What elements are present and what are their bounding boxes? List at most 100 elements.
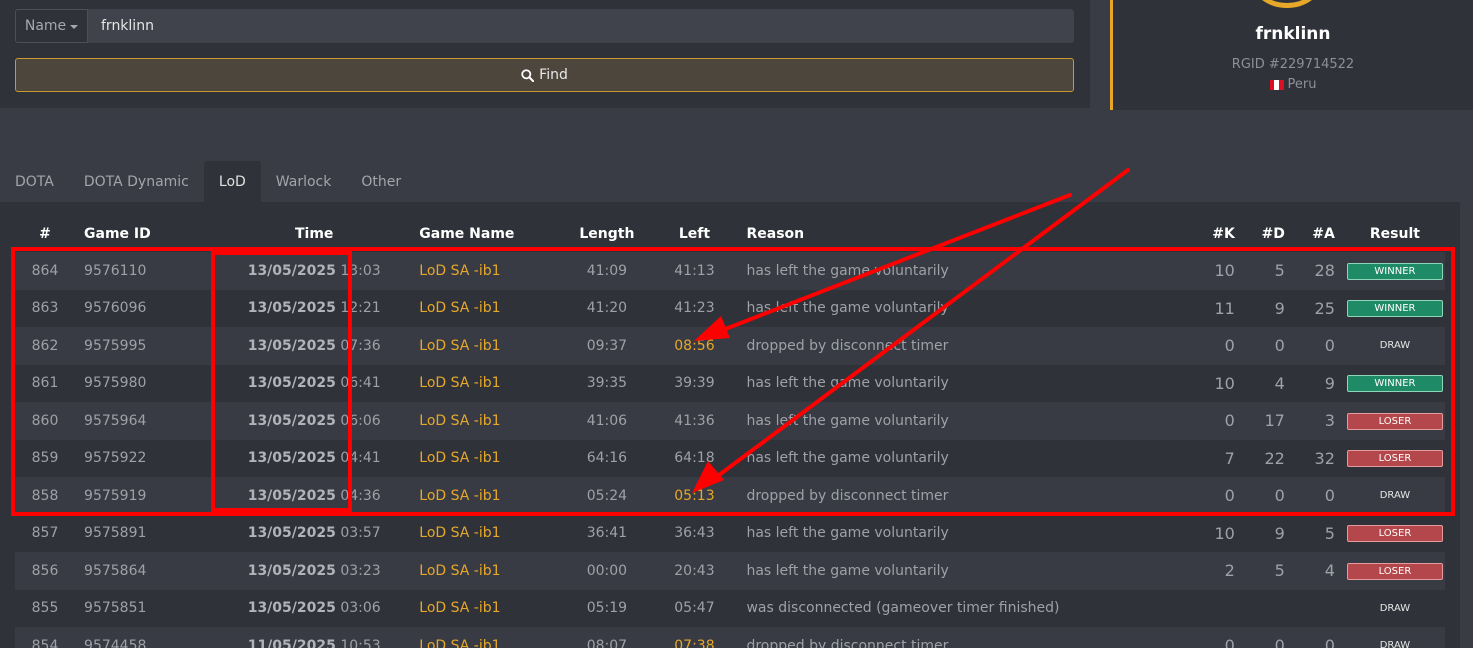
- row-left: 07:38: [654, 627, 735, 648]
- table-row[interactable]: 857 9575891 13/05/2025 03:57 LoD SA -ib1 36:…: [15, 514, 1445, 552]
- row-clock: 06:06: [340, 412, 381, 429]
- row-reason: has left the game voluntarily: [734, 289, 1160, 327]
- row-clock: 03:57: [340, 525, 381, 542]
- row-game-id: 9575964: [75, 402, 210, 440]
- table-row[interactable]: 859 9575922 13/05/2025 04:41 LoD SA -ib1 64:…: [15, 439, 1445, 477]
- table-row[interactable]: 860 9575964 13/05/2025 06:06 LoD SA -ib1 41:…: [15, 402, 1445, 440]
- row-kills: 2: [1159, 552, 1245, 590]
- row-assists: 0: [1294, 477, 1345, 515]
- search-field-select[interactable]: Name: [15, 9, 88, 43]
- row-clock: 07:36: [340, 337, 381, 354]
- row-reason: was disconnected (gameover timer finishe…: [734, 589, 1160, 627]
- row-kills: 0: [1159, 627, 1245, 648]
- table-row[interactable]: 855 9575851 13/05/2025 03:06 LoD SA -ib1 05:…: [15, 589, 1445, 627]
- game-name-link[interactable]: LoD SA -ib1: [419, 450, 500, 466]
- row-game-name: LoD SA -ib1: [419, 477, 560, 515]
- table-row[interactable]: 856 9575864 13/05/2025 03:23 LoD SA -ib1 00:…: [15, 552, 1445, 590]
- row-game-name: LoD SA -ib1: [419, 439, 560, 477]
- row-reason: dropped by disconnect timer: [734, 627, 1160, 648]
- row-clock: 04:36: [340, 487, 381, 504]
- tab-lod[interactable]: LoD: [203, 161, 261, 202]
- row-assists: 32: [1294, 439, 1345, 477]
- result-badge: DRAW: [1379, 340, 1411, 352]
- header-reason: Reason: [746, 226, 805, 242]
- find-button[interactable]: Find: [15, 58, 1074, 92]
- row-kills: 10: [1159, 514, 1245, 552]
- row-date: 13/05/2025: [247, 450, 336, 467]
- row-reason: dropped by disconnect timer: [734, 327, 1160, 365]
- row-time: 13/05/2025 07:36: [209, 327, 420, 365]
- row-game-id: 9575851: [75, 589, 210, 627]
- row-left: 64:18: [654, 439, 735, 477]
- row-num: 859: [15, 439, 76, 477]
- row-left: 20:43: [654, 552, 735, 590]
- row-num: 858: [15, 477, 76, 515]
- row-game-id: 9576096: [75, 289, 210, 327]
- result-badge: LOSER: [1346, 562, 1443, 580]
- row-date: 11/05/2025: [247, 637, 336, 648]
- row-date: 13/05/2025: [247, 562, 336, 579]
- row-date: 13/05/2025: [247, 487, 336, 504]
- table-row[interactable]: 862 9575995 13/05/2025 07:36 LoD SA -ib1 09:…: [15, 327, 1445, 365]
- game-name-link[interactable]: LoD SA -ib1: [419, 338, 500, 354]
- header-time: Time: [294, 226, 334, 242]
- result-badge: LOSER: [1346, 450, 1443, 468]
- game-name-link[interactable]: LoD SA -ib1: [419, 375, 500, 391]
- search-icon: [521, 68, 535, 82]
- game-name-link[interactable]: LoD SA -ib1: [419, 263, 500, 279]
- row-assists: 25: [1294, 289, 1345, 327]
- row-time: 13/05/2025 13:03: [209, 252, 420, 290]
- row-result: DRAW: [1344, 327, 1445, 365]
- table-row[interactable]: 854 9574458 11/05/2025 10:53 LoD SA -ib1 08:…: [15, 627, 1445, 648]
- tab-dota[interactable]: DOTA: [0, 161, 69, 202]
- row-reason: dropped by disconnect timer: [734, 477, 1160, 515]
- search-field-select-label: Name: [24, 18, 67, 34]
- search-input[interactable]: [88, 9, 1074, 43]
- row-kills: 0: [1159, 477, 1245, 515]
- result-badge: WINNER: [1346, 300, 1443, 318]
- game-name-link[interactable]: LoD SA -ib1: [419, 300, 500, 316]
- row-kills: 11: [1159, 289, 1245, 327]
- game-name-link[interactable]: LoD SA -ib1: [419, 413, 500, 429]
- search-row: Name: [15, 9, 1074, 43]
- row-clock: 04:41: [340, 450, 381, 467]
- row-kills: 0: [1159, 327, 1245, 365]
- row-kills: 10: [1159, 364, 1245, 402]
- row-left: 41:23: [654, 289, 735, 327]
- table-row[interactable]: 864 9576110 13/05/2025 13:03 LoD SA -ib1 41:…: [15, 252, 1445, 290]
- row-date: 13/05/2025: [247, 412, 336, 429]
- table-row[interactable]: 863 9576096 13/05/2025 12:21 LoD SA -ib1 41:…: [15, 289, 1445, 327]
- game-name-link[interactable]: LoD SA -ib1: [419, 525, 500, 541]
- row-game-name: LoD SA -ib1: [419, 327, 560, 365]
- row-result: LOSER: [1344, 552, 1445, 590]
- header-deaths: #D: [1261, 226, 1285, 242]
- row-game-name: LoD SA -ib1: [419, 627, 560, 648]
- row-left: 05:13: [654, 477, 735, 515]
- game-name-link[interactable]: LoD SA -ib1: [419, 563, 500, 579]
- tab-other[interactable]: Other: [346, 161, 416, 202]
- row-date: 13/05/2025: [247, 375, 336, 392]
- row-time: 13/05/2025 04:41: [209, 439, 420, 477]
- row-date: 13/05/2025: [247, 300, 336, 317]
- row-deaths: 0: [1244, 477, 1295, 515]
- table-row[interactable]: 861 9575980 13/05/2025 06:41 LoD SA -ib1 39:…: [15, 364, 1445, 402]
- row-clock: 03:23: [340, 562, 381, 579]
- row-deaths: 5: [1244, 252, 1295, 290]
- game-name-link[interactable]: LoD SA -ib1: [419, 638, 500, 648]
- row-time: 13/05/2025 03:57: [209, 514, 420, 552]
- tab-warlock[interactable]: Warlock: [261, 161, 347, 202]
- row-time: 13/05/2025 03:23: [209, 552, 420, 590]
- header-length: Length: [579, 226, 635, 242]
- row-date: 13/05/2025: [247, 525, 336, 542]
- row-game-name: LoD SA -ib1: [419, 552, 560, 590]
- game-name-link[interactable]: LoD SA -ib1: [419, 488, 500, 504]
- games-table-panel: # Game ID Time Game Name Length Left Rea…: [0, 202, 1460, 648]
- tab-dota-dynamic[interactable]: DOTA Dynamic: [69, 161, 204, 202]
- result-badge: LOSER: [1346, 412, 1443, 430]
- header-kills: #K: [1212, 226, 1235, 242]
- row-result: LOSER: [1344, 514, 1445, 552]
- row-kills: [1159, 589, 1245, 627]
- table-row[interactable]: 858 9575919 13/05/2025 04:36 LoD SA -ib1 05:…: [15, 477, 1445, 515]
- row-left: 05:47: [654, 589, 735, 627]
- game-name-link[interactable]: LoD SA -ib1: [419, 600, 500, 616]
